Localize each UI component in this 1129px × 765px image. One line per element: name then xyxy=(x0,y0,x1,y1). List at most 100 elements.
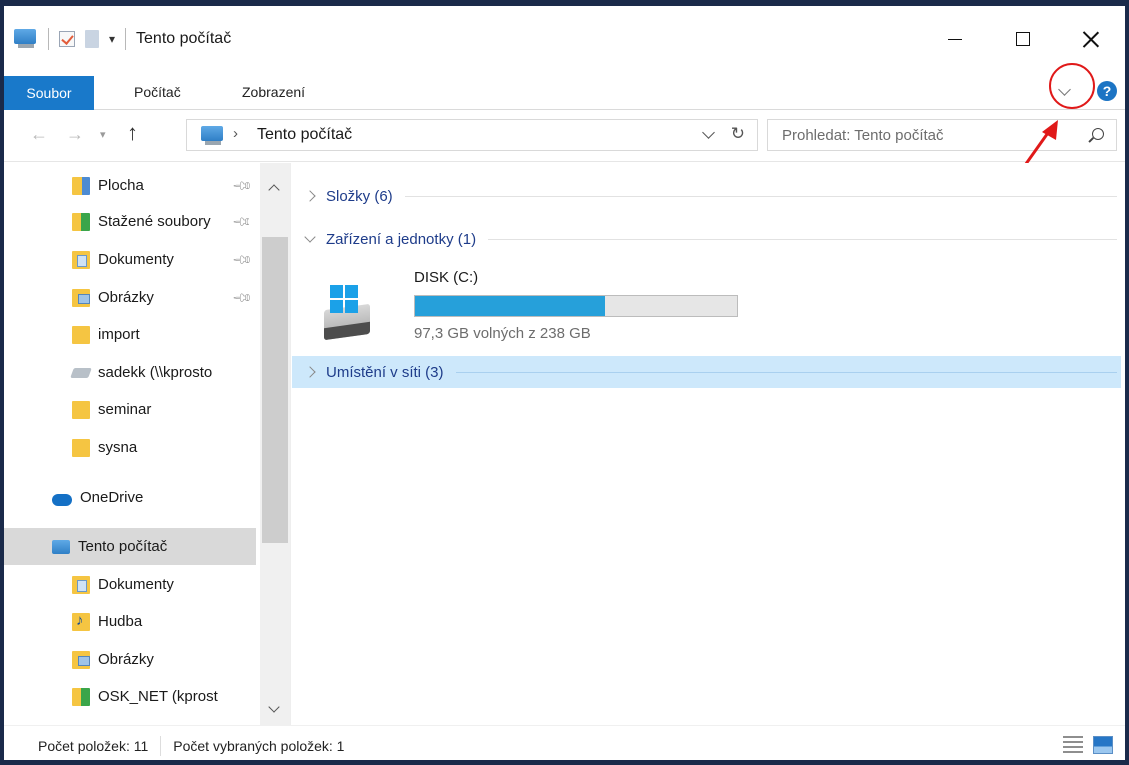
forward-button[interactable]: → xyxy=(66,124,84,145)
group-label: Zařízení a jednotky (1) xyxy=(326,230,477,248)
tab-file[interactable]: Soubor xyxy=(4,76,94,110)
content-pane: Složky (6) Zařízení a jednotky (1) DISK … xyxy=(292,163,1125,725)
sidebar-item-label: sadekk (\\kprosto xyxy=(98,364,213,381)
address-bar[interactable]: › Tento počítač ↻ xyxy=(186,119,758,151)
sidebar-item-label: Dokumenty xyxy=(98,251,174,268)
hard-drive-icon xyxy=(324,285,384,341)
refresh-icon[interactable]: ↻ xyxy=(731,124,745,144)
folder-icon xyxy=(72,438,90,457)
breadcrumb-separator[interactable]: › xyxy=(233,125,238,142)
folder-icon xyxy=(72,400,90,419)
nav-scrollbar[interactable] xyxy=(260,163,290,725)
quick-access-toolbar: ▾ Tento počítač xyxy=(14,21,241,57)
downloads-folder-icon xyxy=(72,212,90,231)
up-button[interactable]: ↑ xyxy=(127,120,138,146)
this-pc-icon xyxy=(201,126,225,146)
toolbar-separator xyxy=(125,28,127,50)
folder-icon xyxy=(72,325,90,344)
sidebar-item-pictures[interactable]: Obrázky 📌︎ xyxy=(4,279,256,316)
window-title: Tento počítač xyxy=(136,30,232,47)
group-divider xyxy=(488,238,1117,240)
tab-view[interactable]: Zobrazení xyxy=(242,77,305,107)
sidebar-item-label: import xyxy=(98,326,140,343)
help-icon[interactable]: ? xyxy=(1097,81,1117,101)
sidebar-item-label: Hudba xyxy=(98,613,143,630)
sidebar-item-import[interactable]: import xyxy=(4,316,256,353)
window-controls xyxy=(921,6,1125,72)
scroll-up-icon[interactable] xyxy=(268,184,280,196)
status-bar: Počet položek: 11 Počet vybraných polože… xyxy=(4,725,1125,760)
maximize-icon xyxy=(1016,32,1030,46)
group-label: Složky (6) xyxy=(326,187,393,205)
drive-free-space: 97,3 GB volných z 238 GB xyxy=(414,325,591,342)
explorer-window: ▾ Tento počítač Soubor Počítač Zobrazení… xyxy=(0,0,1129,765)
sidebar-item-sysna[interactable]: sysna xyxy=(4,429,256,466)
back-button[interactable]: ← xyxy=(30,124,48,145)
pin-icon[interactable]: 📌︎ xyxy=(231,174,253,197)
pin-icon[interactable]: 📌︎ xyxy=(231,286,253,309)
drive-name: DISK (C:) xyxy=(414,269,479,286)
view-switcher xyxy=(1053,736,1113,754)
group-folders[interactable]: Složky (6) xyxy=(292,180,1121,212)
maximize-button[interactable] xyxy=(989,6,1057,72)
onedrive-icon xyxy=(52,493,72,506)
sidebar-item-label: Tento počítač xyxy=(78,538,168,555)
sidebar-item-documents-pc[interactable]: Dokumenty xyxy=(4,566,256,603)
chevron-right-icon xyxy=(304,366,316,378)
search-icon[interactable] xyxy=(1092,128,1104,140)
music-folder-icon xyxy=(72,612,90,631)
customize-toolbar-icon[interactable]: ▾ xyxy=(109,32,115,46)
chevron-down-icon xyxy=(304,230,316,243)
sidebar-item-this-pc[interactable]: Tento počítač xyxy=(4,528,256,565)
group-devices[interactable]: Zařízení a jednotky (1) xyxy=(292,223,1121,255)
sidebar-item-label: Obrázky xyxy=(98,651,154,668)
sidebar-item-pictures-pc[interactable]: Obrázky xyxy=(4,641,256,678)
sidebar-item-seminar[interactable]: seminar xyxy=(4,391,256,428)
breadcrumb-this-pc[interactable]: Tento počítač xyxy=(257,126,352,144)
close-button[interactable] xyxy=(1057,6,1125,72)
documents-folder-icon xyxy=(72,575,90,594)
new-folder-icon[interactable] xyxy=(85,30,99,48)
recent-locations-button[interactable]: ▾ xyxy=(100,128,106,141)
sidebar-item-onedrive[interactable]: OneDrive xyxy=(4,479,256,516)
annotation-circle xyxy=(1049,63,1095,109)
pin-icon[interactable]: 📌︎ xyxy=(231,210,249,233)
desktop-folder-icon xyxy=(72,176,90,195)
minimize-button[interactable] xyxy=(921,6,989,72)
drive-usage-fill xyxy=(415,296,605,316)
toolbar-separator xyxy=(48,28,49,50)
tab-computer[interactable]: Počítač xyxy=(134,77,181,107)
scrollbar-thumb[interactable] xyxy=(262,237,288,543)
drive-item-c[interactable]: DISK (C:) 97,3 GB volných z 238 GB xyxy=(324,267,744,347)
group-divider xyxy=(455,371,1117,373)
status-separator xyxy=(160,736,162,756)
properties-icon[interactable] xyxy=(59,31,75,47)
large-icons-view-icon[interactable] xyxy=(1093,736,1113,754)
drive-usage-bar xyxy=(414,295,738,317)
close-icon xyxy=(1083,31,1099,47)
sidebar-item-label: sysna xyxy=(98,439,138,456)
pictures-folder-icon xyxy=(72,650,90,669)
sidebar-item-osk-net[interactable]: OSK_NET (kprost xyxy=(4,678,256,715)
sidebar-item-documents[interactable]: Dokumenty 📌︎ xyxy=(4,241,256,278)
chevron-down-icon[interactable] xyxy=(702,126,715,139)
pin-icon[interactable]: 📌︎ xyxy=(231,248,253,271)
sidebar-item-desktop[interactable]: Plocha 📌︎ xyxy=(4,167,256,204)
this-pc-icon xyxy=(14,29,38,49)
group-divider xyxy=(404,195,1117,197)
group-network-locations[interactable]: Umístění v síti (3) xyxy=(292,356,1121,388)
this-pc-icon xyxy=(52,539,70,554)
sidebar-item-label: Obrázky xyxy=(98,289,154,306)
selected-count: Počet vybraných položek: 1 xyxy=(173,738,345,754)
group-label: Umístění v síti (3) xyxy=(326,363,444,381)
sidebar-item-sadekk[interactable]: sadekk (\\kprosto xyxy=(4,354,256,391)
scroll-down-icon[interactable] xyxy=(268,701,280,713)
sidebar-item-downloads[interactable]: Stažené soubory 📌︎ xyxy=(4,203,249,240)
ribbon-tabs: Soubor Počítač Zobrazení ? xyxy=(4,72,1125,110)
chevron-right-icon xyxy=(304,190,316,202)
details-view-icon[interactable] xyxy=(1063,736,1083,754)
network-drive-icon xyxy=(72,687,90,706)
item-count: Počet položek: 11 xyxy=(38,738,149,754)
sidebar-item-music[interactable]: Hudba xyxy=(4,603,256,640)
sidebar-item-label: Stažené soubory xyxy=(98,213,211,230)
